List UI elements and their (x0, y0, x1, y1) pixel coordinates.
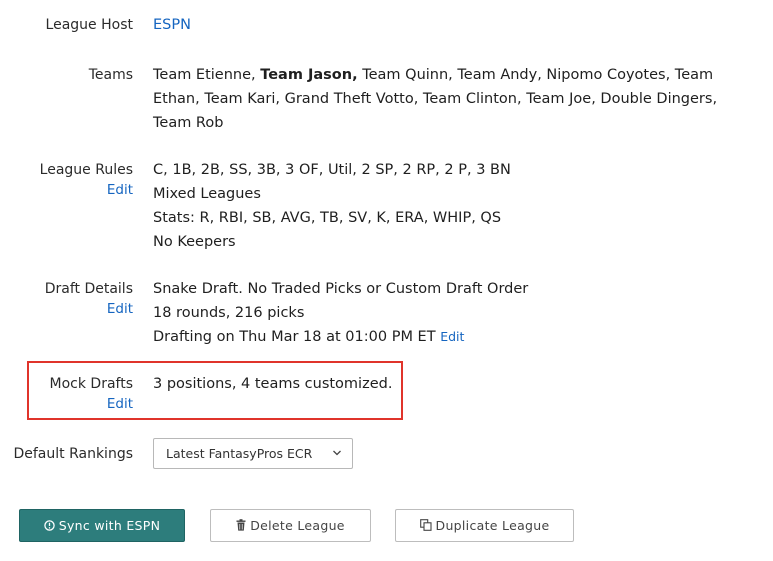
league-rules-edit-link[interactable]: Edit (40, 180, 133, 200)
teams-line-1-before: Team Etienne, (153, 67, 261, 83)
league-host-label: League Host (45, 17, 133, 33)
draft-details-date-line: Drafting on Thu Mar 18 at 01:00 PM ET Ed… (153, 325, 713, 349)
chevron-down-icon (332, 439, 342, 468)
league-host-label-block: League Host (46, 15, 133, 35)
league-rules-label-block: League Rules Edit (40, 160, 133, 200)
draft-details-label: Draft Details (44, 281, 133, 297)
teams-line-2: Ethan, Team Kari, Grand Theft Votto, Tea… (153, 91, 718, 107)
draft-details-rounds: 18 rounds, 216 picks (153, 305, 305, 321)
duplicate-button-label: Duplicate League (435, 518, 550, 533)
teams-line-1: Team Etienne, Team Jason, Team Quinn, Te… (153, 63, 713, 87)
draft-details-date: Drafting on Thu Mar 18 at 01:00 PM ET (153, 329, 436, 345)
league-host-value-block: ESPN (153, 15, 713, 35)
league-rules-league-type: Mixed Leagues (153, 186, 261, 202)
delete-button-label: Delete League (250, 518, 345, 533)
teams-line-3: Team Rob (153, 115, 224, 131)
mock-drafts-edit-link[interactable]: Edit (50, 394, 133, 414)
default-rankings-label-block: Default Rankings (13, 444, 133, 464)
draft-details-edit-link[interactable]: Edit (45, 299, 133, 319)
sync-icon (44, 520, 55, 531)
sync-button-label: Sync with ESPN (58, 518, 161, 533)
league-rules-label: League Rules (39, 162, 133, 178)
league-rules-values: C, 1B, 2B, SS, 3B, 3 OF, Util, 2 SP, 2 R… (153, 158, 713, 254)
trash-icon (236, 519, 246, 531)
draft-details-values: Snake Draft. No Traded Picks or Custom D… (153, 277, 713, 349)
teams-line-1-after: Team Quinn, Team Andy, Nipomo Coyotes, T… (357, 67, 714, 83)
duplicate-league-button[interactable]: Duplicate League (395, 509, 574, 542)
league-rules-positions: C, 1B, 2B, SS, 3B, 3 OF, Util, 2 SP, 2 R… (153, 162, 511, 178)
league-rules-stats: Stats: R, RBI, SB, AVG, TB, SV, K, ERA, … (153, 210, 502, 226)
default-rankings-select[interactable]: Latest FantasyPros ECR (153, 438, 353, 469)
teams-label: Teams (88, 67, 133, 83)
draft-date-edit-link[interactable]: Edit (440, 329, 464, 344)
copy-icon (419, 519, 432, 531)
teams-current-team: Team Jason, (260, 67, 358, 83)
delete-league-button[interactable]: Delete League (210, 509, 371, 542)
default-rankings-selected: Latest FantasyPros ECR (166, 446, 313, 461)
league-rules-keepers: No Keepers (153, 234, 236, 250)
league-host-link[interactable]: ESPN (153, 15, 713, 35)
default-rankings-label: Default Rankings (13, 446, 133, 462)
mock-drafts-label-block: Mock Drafts Edit (50, 374, 133, 414)
teams-label-block: Teams (89, 65, 133, 85)
mock-drafts-values: 3 positions, 4 teams customized. (153, 372, 713, 396)
mock-drafts-label: Mock Drafts (49, 376, 133, 392)
teams-list: Team Etienne, Team Jason, Team Quinn, Te… (153, 63, 718, 135)
draft-details-type: Snake Draft. No Traded Picks or Custom D… (153, 281, 529, 297)
mock-drafts-summary: 3 positions, 4 teams customized. (153, 376, 393, 392)
sync-with-espn-button[interactable]: Sync with ESPN (19, 509, 185, 542)
draft-details-label-block: Draft Details Edit (45, 279, 133, 319)
